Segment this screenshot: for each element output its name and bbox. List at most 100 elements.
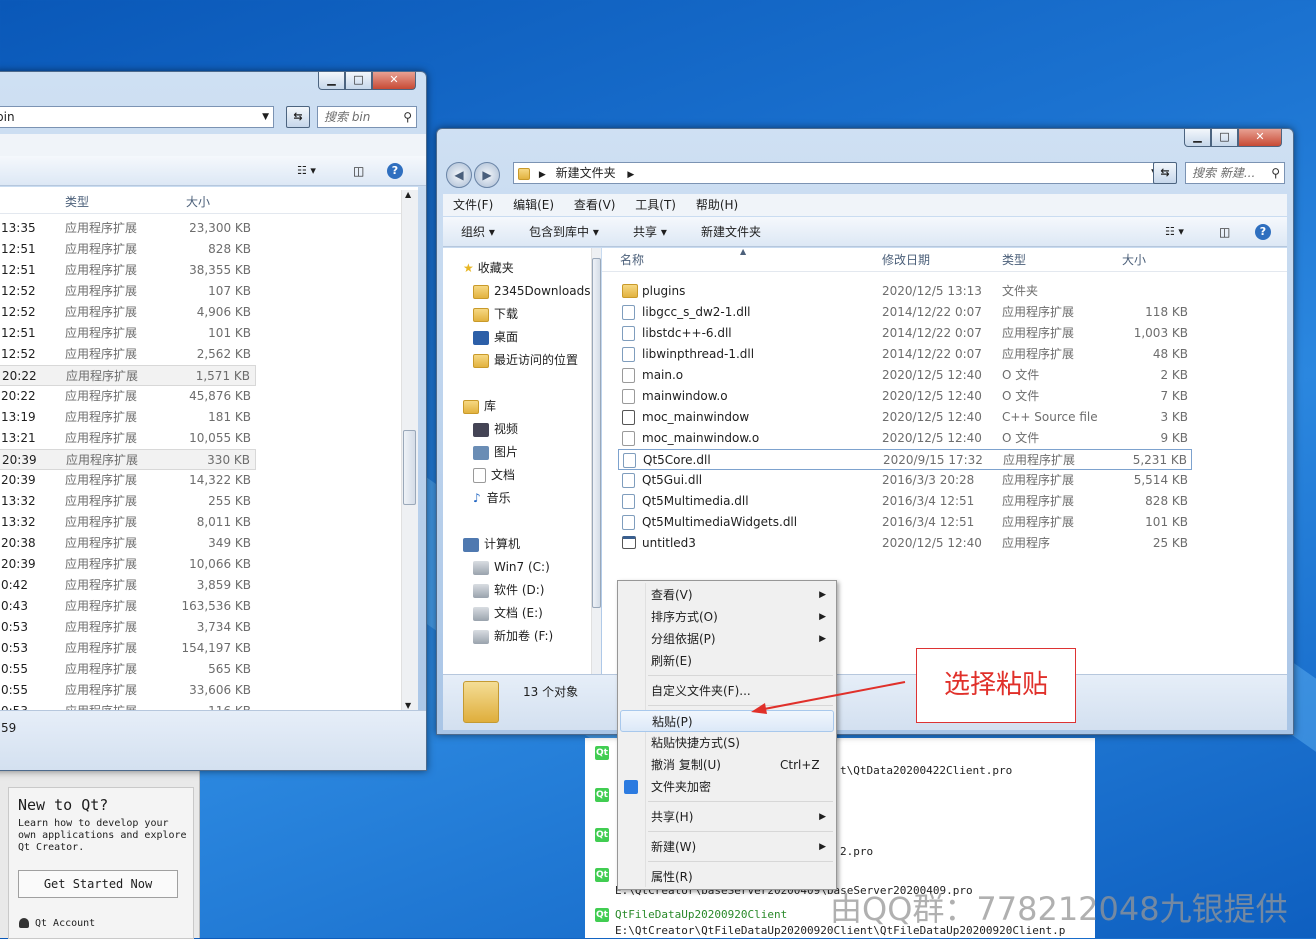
nav-item-music[interactable]: ♪ 音乐: [473, 488, 511, 508]
refresh-button[interactable]: ⇆: [286, 106, 310, 128]
file-row[interactable]: moc_mainwindow.o 2020/12/5 12:40 O 文件 9 KB: [618, 428, 1192, 449]
menu-item-sort[interactable]: 排序方式(O) ▶: [620, 606, 834, 628]
column-name[interactable]: 名称: [620, 248, 644, 272]
menu-item-view[interactable]: 查看(V) ▶: [620, 584, 834, 606]
preview-pane-icon[interactable]: ◫: [1219, 217, 1230, 247]
scroll-thumb[interactable]: [592, 258, 601, 608]
column-size[interactable]: 大小: [1122, 248, 1146, 272]
table-row[interactable]: 20:38 应用程序扩展 349 KB: [0, 533, 256, 554]
get-started-button[interactable]: Get Started Now: [18, 870, 178, 898]
address-bar[interactable]: bin ▼: [0, 106, 274, 128]
view-options-icon[interactable]: ☷ ▾: [1165, 217, 1184, 247]
column-date[interactable]: 修改日期: [882, 248, 930, 272]
organize-button[interactable]: 组织 ▾: [461, 217, 495, 247]
address-bar[interactable]: ▶ 新建文件夹 ▶ ▼: [513, 162, 1163, 184]
nav-computer[interactable]: 计算机: [463, 534, 520, 554]
menu-item-paste-shortcut[interactable]: 粘贴快捷方式(S): [620, 732, 834, 754]
menu-item-new[interactable]: 新建(W) ▶: [620, 836, 834, 858]
table-row[interactable]: 12:52 应用程序扩展 2,562 KB: [0, 344, 256, 365]
project-path[interactable]: t\QtData20200422Client.pro: [840, 764, 1012, 777]
column-type[interactable]: 类型: [1002, 248, 1026, 272]
table-row[interactable]: 13:19 应用程序扩展 181 KB: [0, 407, 256, 428]
table-row[interactable]: 12:51 应用程序扩展 101 KB: [0, 323, 256, 344]
table-row[interactable]: 0:55 应用程序扩展 565 KB: [0, 659, 256, 680]
chevron-down-icon[interactable]: ▼: [262, 107, 269, 127]
table-row[interactable]: 0:43 应用程序扩展 163,536 KB: [0, 596, 256, 617]
table-row[interactable]: 20:22 应用程序扩展 45,876 KB: [0, 386, 256, 407]
table-row[interactable]: 12:51 应用程序扩展 828 KB: [0, 239, 256, 260]
scroll-thumb[interactable]: [403, 430, 416, 505]
maximize-button[interactable]: □: [1211, 129, 1238, 147]
table-row[interactable]: 0:53 应用程序扩展 154,197 KB: [0, 638, 256, 659]
file-row[interactable]: moc_mainwindow 2020/12/5 12:40 C++ Source …: [618, 407, 1192, 428]
nav-drive-e[interactable]: 文档 (E:): [473, 603, 543, 623]
nav-item-2345downloads[interactable]: 2345Downloads: [473, 281, 590, 301]
nav-item-desktop[interactable]: 桌面: [473, 327, 518, 347]
file-row[interactable]: libgcc_s_dw2-1.dll 2014/12/22 0:07 应用程序扩展 1…: [618, 302, 1192, 323]
qt-account-link[interactable]: Qt Account: [19, 918, 95, 929]
menu-item-share[interactable]: 共享(H) ▶: [620, 806, 834, 828]
table-row[interactable]: 13:35 应用程序扩展 23,300 KB: [0, 218, 256, 239]
file-row[interactable]: Qt5Multimedia.dll 2016/3/4 12:51 应用程序扩展 828…: [618, 491, 1192, 512]
menu-file[interactable]: 文件(F): [453, 198, 493, 212]
table-row[interactable]: 20:22 应用程序扩展 1,571 KB: [0, 365, 256, 386]
close-button[interactable]: ✕: [372, 72, 416, 90]
nav-item-documents[interactable]: 文档: [473, 465, 515, 485]
nav-drive-d[interactable]: 软件 (D:): [473, 580, 544, 600]
table-row[interactable]: 13:32 应用程序扩展 255 KB: [0, 491, 256, 512]
table-row[interactable]: 12:51 应用程序扩展 38,355 KB: [0, 260, 256, 281]
nav-libraries[interactable]: 库: [463, 396, 496, 416]
nav-favorites[interactable]: ★ 收藏夹: [463, 258, 514, 278]
view-options-icon[interactable]: ☷ ▾: [297, 156, 316, 186]
help-icon[interactable]: ?: [1255, 224, 1271, 240]
forward-button[interactable]: ▶: [474, 162, 500, 188]
menu-item-group[interactable]: 分组依据(P) ▶: [620, 628, 834, 650]
search-input[interactable]: 搜索 新建... ⚲: [1185, 162, 1285, 184]
share-button[interactable]: 共享 ▾: [633, 217, 667, 247]
project-path[interactable]: 2.pro: [840, 845, 873, 858]
table-row[interactable]: 13:32 应用程序扩展 8,011 KB: [0, 512, 256, 533]
menu-item-folder-encrypt[interactable]: 文件夹加密: [620, 776, 834, 798]
table-row[interactable]: 13:21 应用程序扩展 10,055 KB: [0, 428, 256, 449]
file-row[interactable]: untitled3 2020/12/5 12:40 应用程序 25 KB: [618, 533, 1192, 554]
table-row[interactable]: 20:39 应用程序扩展 330 KB: [0, 449, 256, 470]
table-row[interactable]: 0:55 应用程序扩展 33,606 KB: [0, 680, 256, 701]
file-row[interactable]: plugins 2020/12/5 13:13 文件夹: [618, 281, 1192, 302]
nav-item-recent[interactable]: 最近访问的位置: [473, 350, 578, 370]
maximize-button[interactable]: □: [345, 72, 372, 90]
file-row[interactable]: mainwindow.o 2020/12/5 12:40 O 文件 7 KB: [618, 386, 1192, 407]
table-row[interactable]: 20:39 应用程序扩展 10,066 KB: [0, 554, 256, 575]
nav-drive-f[interactable]: 新加卷 (F:): [473, 626, 553, 646]
file-row[interactable]: main.o 2020/12/5 12:40 O 文件 2 KB: [618, 365, 1192, 386]
back-button[interactable]: ◀: [446, 162, 472, 188]
table-row[interactable]: 0:53 应用程序扩展 3,734 KB: [0, 617, 256, 638]
project-name[interactable]: QtFileDataUp20200920Client: [615, 908, 787, 921]
menu-item-properties[interactable]: 属性(R): [620, 866, 834, 888]
refresh-button[interactable]: ⇆: [1153, 162, 1177, 184]
table-row[interactable]: 12:52 应用程序扩展 4,906 KB: [0, 302, 256, 323]
search-input[interactable]: 搜索 bin ⚲: [317, 106, 417, 128]
minimize-button[interactable]: ▁: [1184, 129, 1211, 147]
menu-item-undo-copy[interactable]: 撤消 复制(U) Ctrl+Z: [620, 754, 834, 776]
scroll-down-icon[interactable]: ▼: [405, 701, 411, 710]
menu-help[interactable]: 帮助(H): [696, 198, 738, 212]
column-size[interactable]: 大小: [186, 190, 210, 214]
menu-item-refresh[interactable]: 刷新(E): [620, 650, 834, 672]
file-row[interactable]: Qt5Core.dll 2020/9/15 17:32 应用程序扩展 5,231 KB: [618, 449, 1192, 470]
file-row[interactable]: Qt5MultimediaWidgets.dll 2016/3/4 12:51 应用…: [618, 512, 1192, 533]
menu-tools[interactable]: 工具(T): [635, 198, 676, 212]
menu-edit[interactable]: 编辑(E): [513, 198, 554, 212]
new-folder-button[interactable]: 新建文件夹: [701, 217, 761, 247]
close-button[interactable]: ✕: [1238, 129, 1282, 147]
preview-pane-icon[interactable]: ◫: [353, 156, 364, 186]
nav-item-downloads[interactable]: 下载: [473, 304, 518, 324]
scroll-up-icon[interactable]: ▲: [405, 190, 411, 199]
nav-item-videos[interactable]: 视频: [473, 419, 518, 439]
column-type[interactable]: 类型: [65, 190, 89, 214]
breadcrumb[interactable]: 新建文件夹: [556, 166, 616, 180]
help-icon[interactable]: ?: [387, 163, 403, 179]
nav-item-pictures[interactable]: 图片: [473, 442, 518, 462]
file-row[interactable]: libstdc++-6.dll 2014/12/22 0:07 应用程序扩展 1,00…: [618, 323, 1192, 344]
table-row[interactable]: 0:42 应用程序扩展 3,859 KB: [0, 575, 256, 596]
file-row[interactable]: libwinpthread-1.dll 2014/12/22 0:07 应用程序扩展…: [618, 344, 1192, 365]
